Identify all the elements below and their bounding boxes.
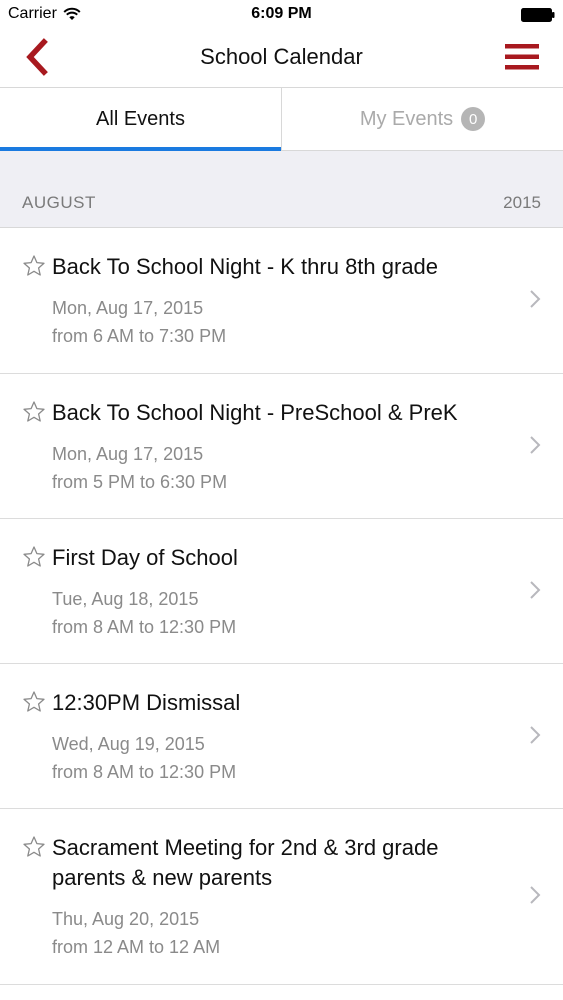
event-title: First Day of School bbox=[52, 545, 238, 570]
event-time: from 8 AM to 12:30 PM bbox=[52, 617, 237, 637]
tab-all-events[interactable]: All Events bbox=[0, 88, 281, 152]
event-time: from 6 AM to 7:30 PM bbox=[52, 326, 227, 346]
event-date: Mon, Aug 17, 2015 bbox=[52, 298, 204, 318]
event-date: Wed, Aug 19, 2015 bbox=[52, 734, 205, 754]
chevron-right-icon bbox=[530, 581, 541, 599]
event-row[interactable]: Back To School Night - PreSchool & PreK … bbox=[0, 374, 563, 519]
event-title: Back To School Night - K thru 8th grade bbox=[52, 254, 439, 279]
tab-my-events-label: My Events bbox=[359, 107, 454, 130]
event-title: 12:30PM Dismissal bbox=[52, 690, 241, 715]
star-outline-icon[interactable] bbox=[22, 690, 46, 714]
event-date: Tue, Aug 18, 2015 bbox=[52, 589, 199, 609]
chevron-right-icon bbox=[530, 886, 541, 904]
star-outline-icon[interactable] bbox=[22, 400, 46, 424]
event-time: from 12 AM to 12 AM bbox=[52, 937, 221, 957]
event-time: from 8 AM to 12:30 PM bbox=[52, 762, 237, 782]
chevron-right-icon bbox=[530, 726, 541, 744]
month-section-header: AUGUST 2015 bbox=[0, 151, 563, 228]
chevron-right-icon bbox=[530, 436, 541, 454]
navigation-bar: School Calendar bbox=[0, 30, 563, 87]
event-row[interactable]: 12:30PM Dismissal Wed, Aug 19, 2015 from… bbox=[0, 664, 563, 809]
event-tabs: All Events My Events 0 bbox=[0, 87, 563, 152]
star-outline-icon[interactable] bbox=[22, 254, 46, 278]
battery-icon bbox=[521, 8, 555, 22]
event-date: Thu, Aug 20, 2015 bbox=[52, 909, 200, 929]
tab-all-events-label: All Events bbox=[96, 108, 185, 130]
event-title: Back To School Night - PreSchool & PreK bbox=[52, 400, 458, 425]
event-time: from 5 PM to 6:30 PM bbox=[52, 472, 228, 492]
event-title: Sacrament Meeting for 2nd & 3rd grade pa… bbox=[52, 835, 439, 890]
my-events-count-badge: 0 bbox=[461, 107, 486, 131]
event-date: Mon, Aug 17, 2015 bbox=[52, 444, 204, 464]
status-bar: Carrier 6:09 PM bbox=[0, 0, 563, 30]
event-row[interactable]: Back To School Night - K thru 8th grade … bbox=[0, 228, 563, 374]
chevron-right-icon bbox=[530, 290, 541, 308]
section-year: 2015 bbox=[503, 193, 541, 212]
event-row[interactable]: Sacrament Meeting for 2nd & 3rd grade pa… bbox=[0, 809, 563, 985]
event-row[interactable]: First Day of School Tue, Aug 18, 2015 fr… bbox=[0, 519, 563, 664]
page-title: School Calendar bbox=[200, 44, 363, 69]
hamburger-menu-icon[interactable] bbox=[505, 42, 539, 72]
star-outline-icon[interactable] bbox=[22, 835, 46, 859]
event-list: Back To School Night - K thru 8th grade … bbox=[0, 228, 563, 985]
tab-my-events[interactable]: My Events 0 bbox=[281, 88, 563, 151]
status-time: 6:09 PM bbox=[251, 5, 312, 22]
star-outline-icon[interactable] bbox=[22, 545, 46, 569]
section-month: AUGUST bbox=[22, 193, 96, 212]
